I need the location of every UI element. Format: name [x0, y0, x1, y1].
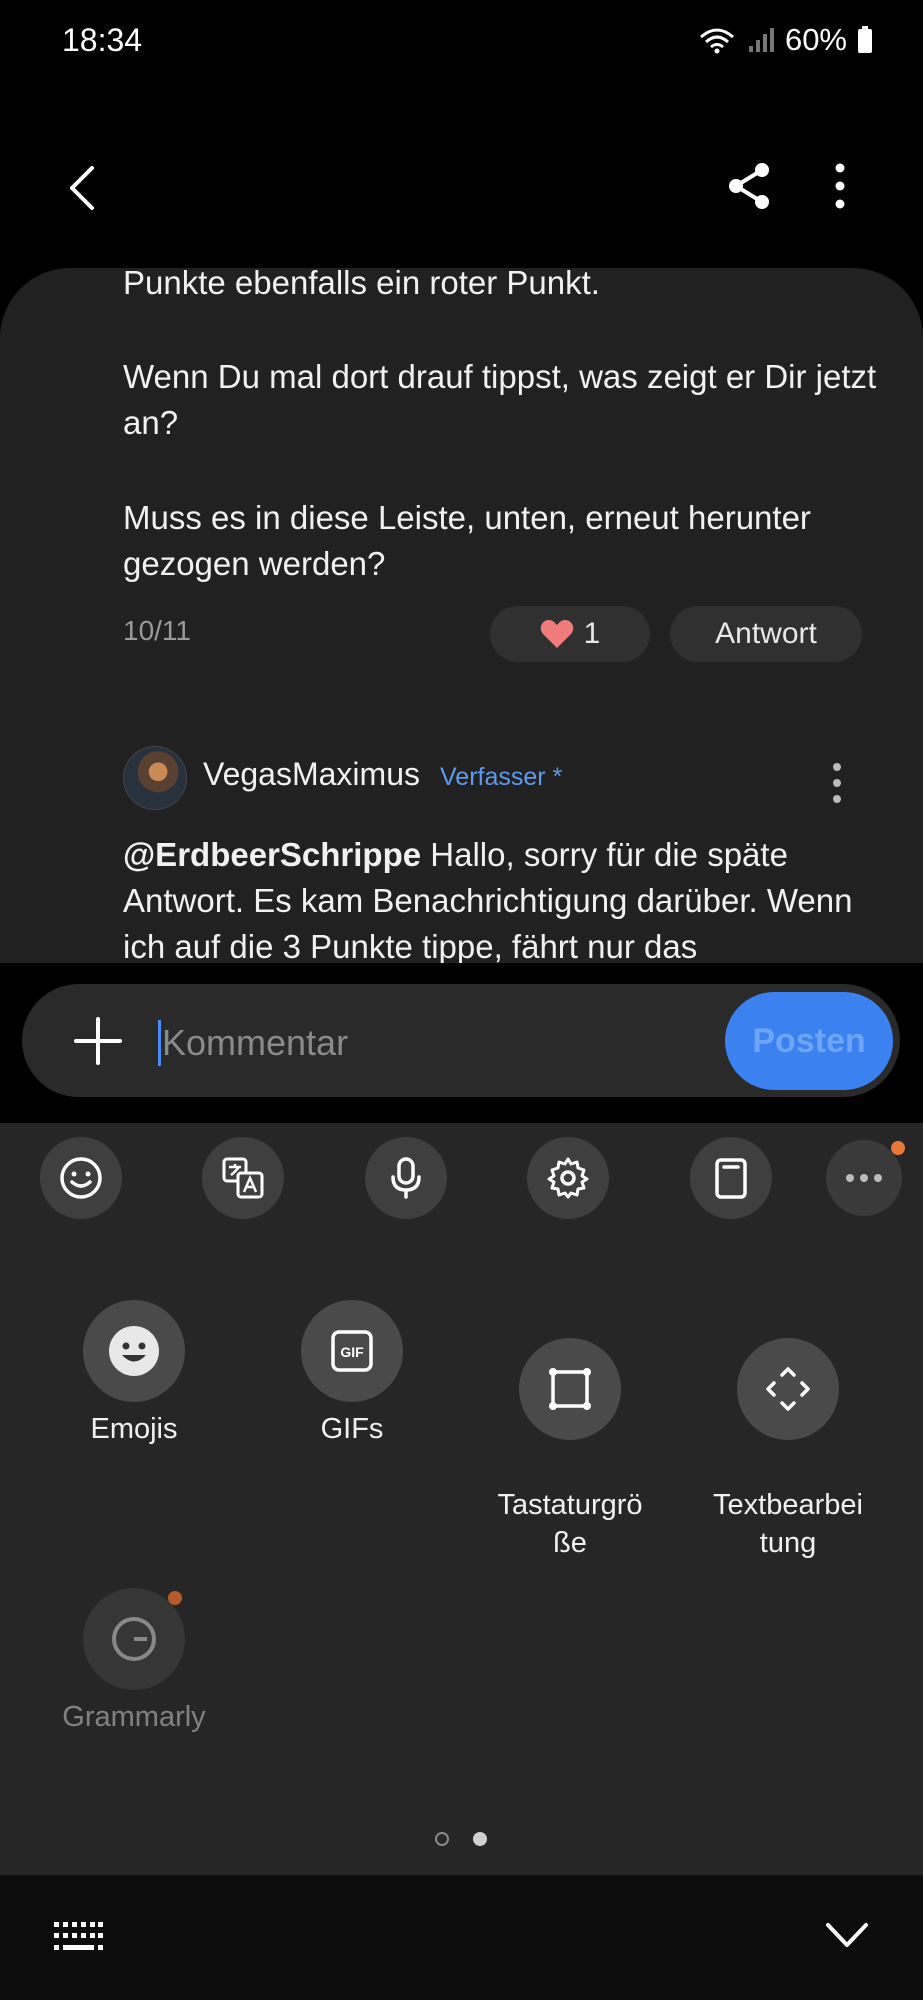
status-icons: 60%	[697, 22, 873, 58]
keyboard-size-icon	[519, 1338, 621, 1440]
battery-percent: 60%	[784, 22, 847, 57]
more-icon	[846, 1174, 882, 1182]
more-options-icon[interactable]	[818, 158, 862, 214]
post-button[interactable]: Posten	[725, 992, 893, 1090]
share-icon[interactable]	[722, 158, 778, 214]
back-button[interactable]	[58, 160, 108, 216]
emoji-icon	[60, 1157, 102, 1199]
keyboard-icon[interactable]	[52, 1920, 104, 1954]
translate-icon	[222, 1157, 264, 1199]
post-paragraph: Punkte ebenfalls ein roter Punkt.	[123, 268, 600, 301]
notification-dot	[891, 1141, 905, 1155]
page-indicator-dot	[435, 1832, 449, 1846]
clipboard-toolbar-button[interactable]	[690, 1137, 772, 1219]
mention-link[interactable]: @ErdbeerSchrippe	[123, 836, 421, 873]
post-date: 10/11	[123, 615, 191, 646]
wifi-icon	[699, 28, 734, 54]
microphone-icon	[391, 1157, 421, 1199]
option-label: Emojis	[90, 1413, 178, 1445]
option-label: Grammarly	[62, 1701, 206, 1733]
navigation-bar	[0, 1875, 923, 2000]
like-button[interactable]: 1	[490, 606, 650, 662]
page-indicator-dot-active	[473, 1832, 487, 1846]
signal-icon	[748, 28, 774, 52]
grammarly-option[interactable]: Grammarly	[34, 1588, 234, 1736]
svg-text:GIF: GIF	[340, 1344, 364, 1360]
option-label: Textbearbei tung	[713, 1489, 863, 1559]
gear-icon	[547, 1157, 589, 1199]
emojis-option[interactable]: Emojis	[34, 1300, 234, 1448]
notification-dot	[168, 1591, 182, 1605]
gif-icon: GIF	[301, 1300, 403, 1402]
post-paragraph: Muss es in diese Leiste, unten, erneut h…	[123, 499, 811, 582]
text-edit-icon	[737, 1338, 839, 1440]
option-label: GIFs	[320, 1413, 384, 1445]
comment-more-icon[interactable]	[820, 758, 854, 808]
clipboard-icon	[715, 1158, 747, 1199]
reply-button[interactable]: Antwort	[670, 606, 862, 662]
keyboard-size-option[interactable]: Tastaturgrö ße	[470, 1300, 670, 1600]
comment-username[interactable]: VegasMaximus	[203, 756, 420, 793]
avatar[interactable]	[123, 746, 187, 810]
gifs-option[interactable]: GIF GIFs	[252, 1300, 452, 1448]
chevron-down-icon[interactable]	[824, 1915, 870, 1955]
add-attachment-icon[interactable]	[70, 1013, 126, 1069]
emoji-toolbar-button[interactable]	[40, 1137, 122, 1219]
more-toolbar-button[interactable]	[826, 1140, 902, 1216]
battery-icon	[858, 26, 872, 53]
settings-toolbar-button[interactable]	[527, 1137, 609, 1219]
post-paragraph: Wenn Du mal dort drauf tippst, was zeigt…	[123, 358, 877, 441]
text-editing-option[interactable]: Textbearbei tung	[688, 1300, 888, 1600]
emoji-face-icon	[83, 1300, 185, 1402]
comment-input[interactable]	[160, 1016, 704, 1070]
heart-icon	[540, 620, 573, 648]
voice-toolbar-button[interactable]	[365, 1137, 447, 1219]
like-count: 1	[583, 617, 601, 650]
comment-body: @ErdbeerSchrippe Hallo, sorry für die sp…	[123, 832, 883, 963]
status-time: 18:34	[62, 22, 143, 58]
comments-card: Punkte ebenfalls ein roter Punkt. Wenn D…	[0, 268, 923, 963]
translate-toolbar-button[interactable]	[202, 1137, 284, 1219]
option-label: Tastaturgrö ße	[497, 1489, 643, 1559]
author-badge: Verfasser *	[440, 763, 563, 791]
